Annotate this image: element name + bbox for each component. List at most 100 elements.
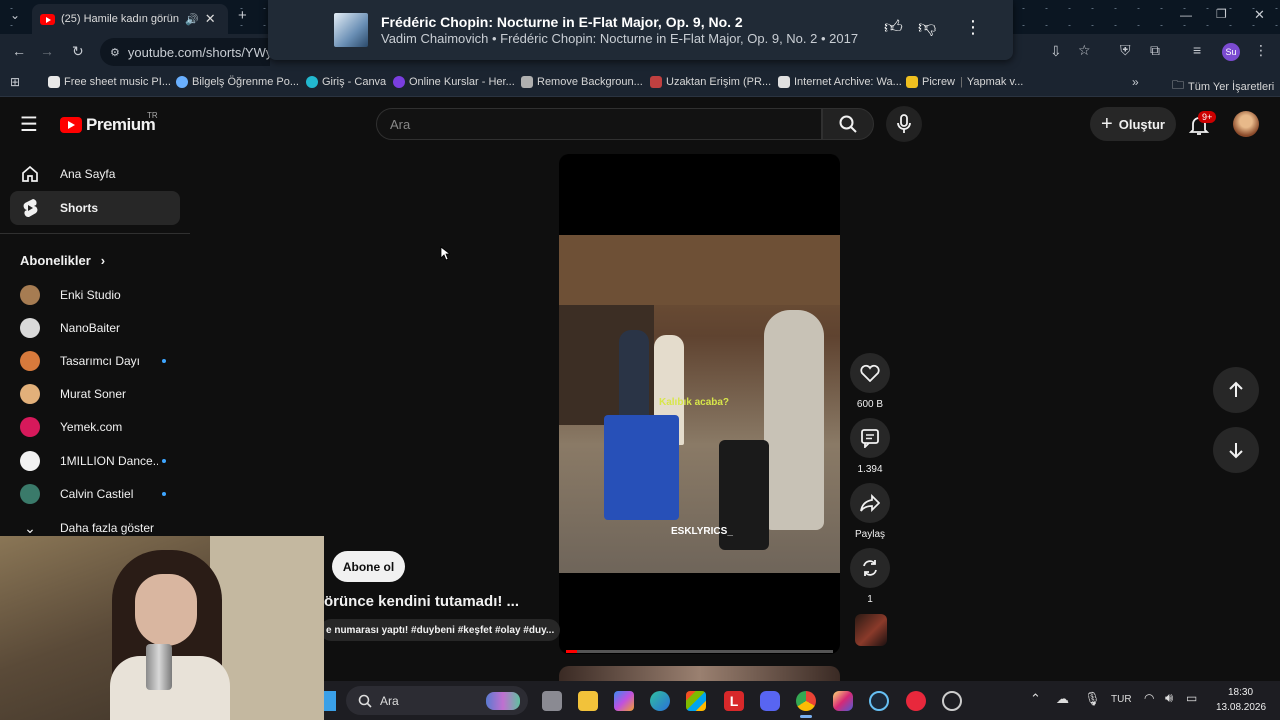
channel-name: Enki Studio bbox=[60, 288, 121, 302]
apps-grid-icon[interactable]: ⊞ bbox=[10, 75, 20, 89]
more-bookmarks-icon[interactable]: » bbox=[1132, 75, 1139, 89]
notifications-button[interactable]: 9+ bbox=[1186, 111, 1217, 138]
search-button[interactable] bbox=[822, 108, 874, 140]
tab-close-icon[interactable]: ✕ bbox=[205, 11, 216, 27]
subscription-item[interactable]: Yemek.com bbox=[20, 414, 190, 440]
edge-icon[interactable] bbox=[650, 691, 670, 711]
progress-track[interactable] bbox=[566, 650, 833, 653]
next-short-button[interactable] bbox=[1213, 427, 1259, 473]
previous-short-button[interactable] bbox=[1213, 367, 1259, 413]
language-indicator[interactable]: TUR bbox=[1111, 694, 1132, 705]
share-button[interactable] bbox=[850, 483, 890, 523]
all-bookmarks-folder[interactable]: 🗀 Tüm Yer İşaretleri bbox=[1172, 76, 1274, 97]
tray-overflow-icon[interactable]: ⌃ bbox=[1030, 691, 1041, 707]
bookmark-item[interactable]: Internet Archive: Wa... bbox=[778, 76, 902, 88]
obs-icon[interactable] bbox=[942, 691, 962, 711]
back-icon[interactable]: ← bbox=[12, 43, 26, 59]
speaker-icon[interactable]: 🔊 bbox=[185, 13, 199, 26]
shorts-icon bbox=[20, 198, 40, 218]
copilot-icon[interactable] bbox=[614, 691, 634, 711]
like-button[interactable] bbox=[850, 353, 890, 393]
mic-tray-icon[interactable]: 🎙︎ bbox=[1084, 691, 1101, 707]
file-explorer-icon[interactable] bbox=[578, 691, 598, 711]
clock-date[interactable]: 13.08.2026 bbox=[1216, 702, 1266, 713]
channel-avatar bbox=[20, 351, 40, 371]
bookmark-item[interactable]: Uzaktan Erişim (PR... bbox=[650, 76, 771, 88]
profile-avatar[interactable]: Su bbox=[1222, 43, 1240, 61]
forward-icon[interactable]: → bbox=[40, 43, 54, 59]
create-button[interactable]: + Oluştur bbox=[1090, 107, 1176, 141]
hamburger-menu-icon[interactable]: ☰ bbox=[20, 112, 38, 137]
bookmark-item[interactable]: Free sheet music PI... bbox=[48, 76, 171, 88]
l-app-icon[interactable]: L bbox=[724, 691, 744, 711]
bookmark-item[interactable]: Bilgelş Öğrenme Po... bbox=[176, 76, 299, 88]
subscription-item[interactable]: 1MILLION Dance... bbox=[20, 448, 190, 474]
like-action[interactable]: 600 B bbox=[850, 353, 890, 410]
discord-icon[interactable] bbox=[760, 691, 780, 711]
subscription-item[interactable]: Murat Soner bbox=[20, 381, 190, 407]
video-frame[interactable]: Kalıbık acaba? ESKLYRICS_ bbox=[559, 235, 840, 573]
likes-count: 600 B bbox=[856, 399, 884, 410]
account-avatar[interactable] bbox=[1233, 111, 1259, 137]
bookmark-star-icon[interactable]: ☆ bbox=[1078, 42, 1091, 59]
bookmark-item[interactable]: Giriş - Canva bbox=[306, 76, 386, 88]
bookmark-item[interactable]: | Yapmak v... bbox=[960, 76, 1023, 88]
extensions-puzzle-icon[interactable]: ⧉ bbox=[1150, 42, 1160, 59]
clock-time[interactable]: 18:30 bbox=[1228, 687, 1253, 698]
bookmark-item[interactable]: Remove Backgroun... bbox=[521, 76, 643, 88]
taskbar-search[interactable]: Ara bbox=[346, 686, 528, 715]
window-close-icon[interactable]: ✕ bbox=[1254, 7, 1265, 23]
start-button[interactable] bbox=[324, 691, 336, 711]
shorts-player[interactable]: Kalıbık acaba? ESKLYRICS_ bbox=[559, 154, 840, 654]
remix-action[interactable]: 1 bbox=[850, 548, 890, 605]
task-view-icon[interactable] bbox=[542, 691, 562, 711]
bookmark-item[interactable]: Picrew bbox=[906, 76, 955, 88]
new-tab-icon[interactable]: + bbox=[238, 7, 247, 24]
url-field[interactable]: ⚙ youtube.com/shorts/YWyD bbox=[100, 38, 270, 66]
install-app-icon[interactable]: ⇩ bbox=[1050, 43, 1062, 60]
sound-thumbnail[interactable] bbox=[855, 614, 887, 646]
thumbs-up-icon[interactable]: 👍︎ bbox=[884, 16, 903, 38]
subscriptions-header[interactable]: Abonelikler › bbox=[20, 253, 105, 268]
browser-menu-icon[interactable]: ⋮ bbox=[1254, 42, 1268, 59]
restore-icon[interactable]: ❐ bbox=[1216, 7, 1227, 21]
media-more-icon[interactable]: ⋮ bbox=[964, 17, 982, 38]
site-info-icon[interactable]: ⚙ bbox=[110, 46, 120, 59]
volume-icon[interactable]: 🔊︎ bbox=[1165, 690, 1173, 706]
share-action[interactable]: Paylaş bbox=[850, 483, 890, 540]
voice-search-button[interactable] bbox=[886, 106, 922, 142]
short-title[interactable]: örünce kendini tutamadı! ... bbox=[324, 593, 519, 610]
reload-icon[interactable]: ↻ bbox=[72, 43, 84, 60]
thumbs-down-icon[interactable]: 👎︎ bbox=[918, 16, 936, 38]
wifi-icon[interactable]: ◠ bbox=[1144, 691, 1154, 705]
youtube-logo[interactable]: Premium bbox=[60, 115, 156, 135]
tab-search-chevron-icon[interactable]: ⌄ bbox=[10, 8, 20, 22]
subscription-item[interactable]: Enki Studio bbox=[20, 282, 190, 308]
share-icon bbox=[860, 494, 880, 512]
chrome-icon[interactable] bbox=[796, 691, 816, 711]
battery-icon[interactable]: ▭ bbox=[1186, 691, 1197, 705]
sidebar-item-home[interactable]: Ana Sayfa bbox=[10, 157, 180, 191]
media-controls-icon[interactable]: ≡ bbox=[1193, 42, 1201, 58]
media-player-icon[interactable] bbox=[906, 691, 926, 711]
browser-tab[interactable]: (25) Hamile kadın görünce 🔊 ✕ bbox=[32, 4, 228, 34]
search-input[interactable]: Ara bbox=[376, 108, 822, 140]
microsoft-store-icon[interactable] bbox=[686, 691, 706, 711]
shield-extension-icon[interactable]: ⛨ bbox=[1120, 42, 1131, 59]
next-short-preview[interactable] bbox=[559, 666, 840, 681]
subscription-item[interactable]: NanoBaiter bbox=[20, 315, 190, 341]
short-hashtags[interactable]: e numarası yaptı! #duybeni #keşfet #olay… bbox=[320, 619, 561, 641]
subscription-item[interactable]: Calvin Castiel bbox=[20, 481, 190, 507]
subscription-item[interactable]: Tasarımcı Dayı bbox=[20, 348, 190, 374]
bookmark-item[interactable]: Online Kurslar - Her... bbox=[393, 76, 515, 88]
instagram-icon[interactable] bbox=[833, 691, 853, 711]
person-face bbox=[135, 574, 197, 646]
onedrive-icon[interactable]: ☁ bbox=[1056, 691, 1069, 707]
comment-action[interactable]: 1.394 bbox=[850, 418, 890, 475]
sidebar-item-shorts[interactable]: Shorts bbox=[10, 191, 180, 225]
subscribe-button[interactable]: Abone ol bbox=[332, 551, 405, 582]
steam-icon[interactable] bbox=[869, 691, 889, 711]
comment-button[interactable] bbox=[850, 418, 890, 458]
remix-button[interactable] bbox=[850, 548, 890, 588]
minimize-icon[interactable]: — bbox=[1180, 8, 1192, 22]
